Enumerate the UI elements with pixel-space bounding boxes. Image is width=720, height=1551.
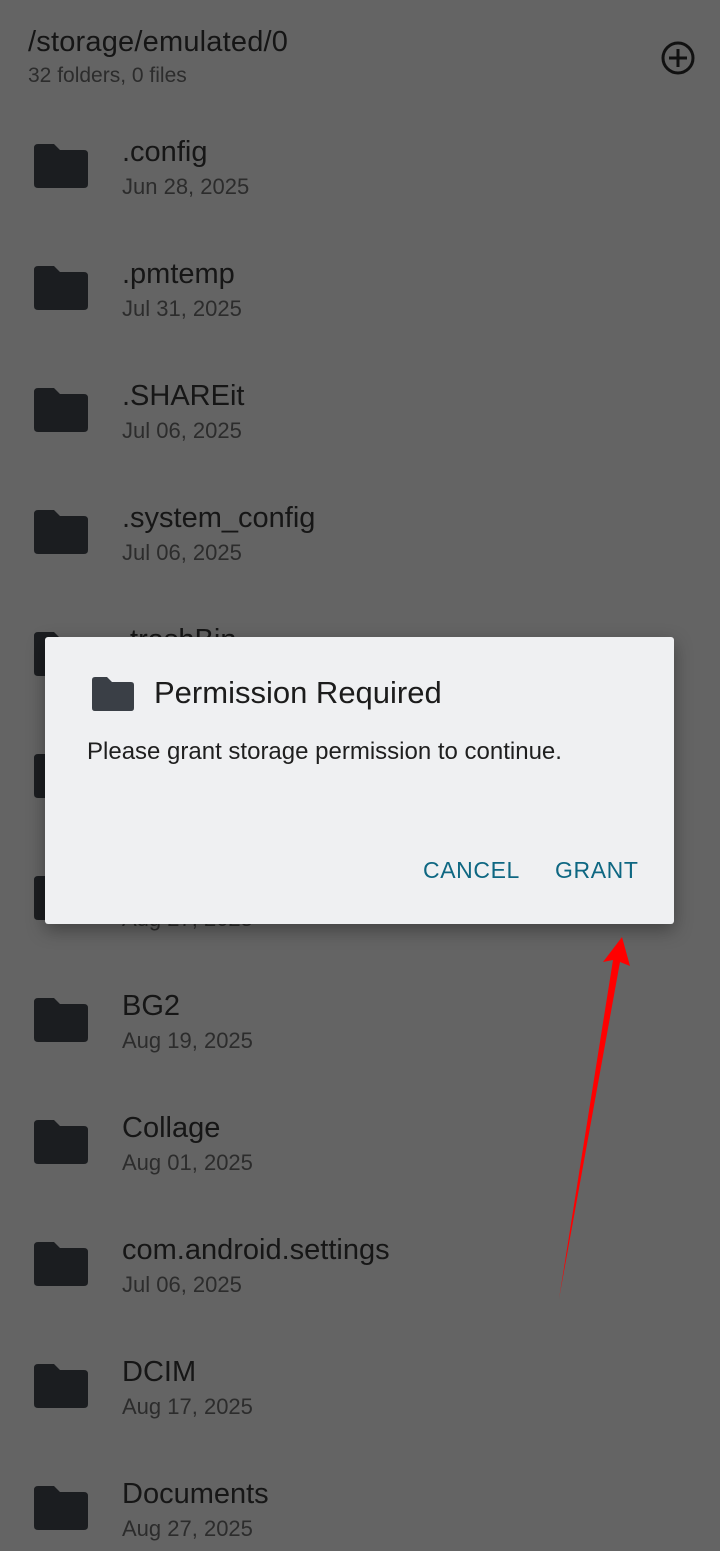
- file-name: .config: [122, 136, 208, 168]
- folder-icon: [34, 1486, 88, 1530]
- folder-icon: [34, 1120, 88, 1164]
- folder-icon: [92, 677, 134, 711]
- current-path: /storage/emulated/0: [28, 26, 289, 58]
- file-row[interactable]: BG2 Aug 19, 2025: [0, 946, 720, 1068]
- folder-icon: [34, 388, 88, 432]
- file-date: Jun 28, 2025: [122, 174, 250, 199]
- file-date: Jul 06, 2025: [122, 418, 242, 443]
- add-circle-icon: [661, 41, 695, 75]
- file-row[interactable]: Collage Aug 01, 2025: [0, 1068, 720, 1190]
- permission-dialog: Permission Required Please grant storage…: [45, 637, 674, 924]
- folder-icon: [34, 1242, 88, 1286]
- file-name: BG2: [122, 990, 181, 1022]
- file-date: Jul 06, 2025: [122, 1272, 242, 1297]
- file-row[interactable]: DCIM Aug 17, 2025: [0, 1312, 720, 1434]
- dialog-title: Permission Required: [154, 675, 442, 710]
- file-date: Jul 06, 2025: [122, 540, 242, 565]
- file-row[interactable]: Documents Aug 27, 2025: [0, 1434, 720, 1551]
- file-date: Aug 27, 2025: [122, 1516, 253, 1541]
- folder-icon: [34, 266, 88, 310]
- file-date: Aug 17, 2025: [122, 1394, 253, 1419]
- file-date: Aug 01, 2025: [122, 1150, 253, 1175]
- folder-icon: [34, 1364, 88, 1408]
- file-name: .SHAREit: [122, 380, 245, 412]
- folder-icon: [34, 144, 88, 188]
- file-row[interactable]: .SHAREit Jul 06, 2025: [0, 336, 720, 458]
- folder-icon: [34, 510, 88, 554]
- file-name: .system_config: [122, 502, 316, 534]
- file-row[interactable]: .pmtemp Jul 31, 2025: [0, 214, 720, 336]
- file-name: com.android.settings: [122, 1234, 390, 1266]
- file-name: .pmtemp: [122, 258, 235, 290]
- folder-icon: [34, 998, 88, 1042]
- file-date: Jul 31, 2025: [122, 296, 242, 321]
- file-date: Aug 19, 2025: [122, 1028, 253, 1053]
- file-row[interactable]: com.android.settings Jul 06, 2025: [0, 1190, 720, 1312]
- file-manager-screen: /storage/emulated/0 32 folders, 0 files …: [0, 0, 720, 1551]
- dialog-message: Please grant storage permission to conti…: [87, 738, 562, 765]
- file-name: Collage: [122, 1112, 221, 1144]
- folder-summary: 32 folders, 0 files: [28, 64, 187, 87]
- file-name: DCIM: [122, 1356, 197, 1388]
- add-button[interactable]: [658, 38, 698, 78]
- file-row[interactable]: .system_config Jul 06, 2025: [0, 458, 720, 580]
- file-name: Documents: [122, 1478, 269, 1510]
- grant-button[interactable]: GRANT: [555, 857, 639, 884]
- cancel-button[interactable]: CANCEL: [423, 857, 520, 884]
- file-row[interactable]: .config Jun 28, 2025: [0, 92, 720, 214]
